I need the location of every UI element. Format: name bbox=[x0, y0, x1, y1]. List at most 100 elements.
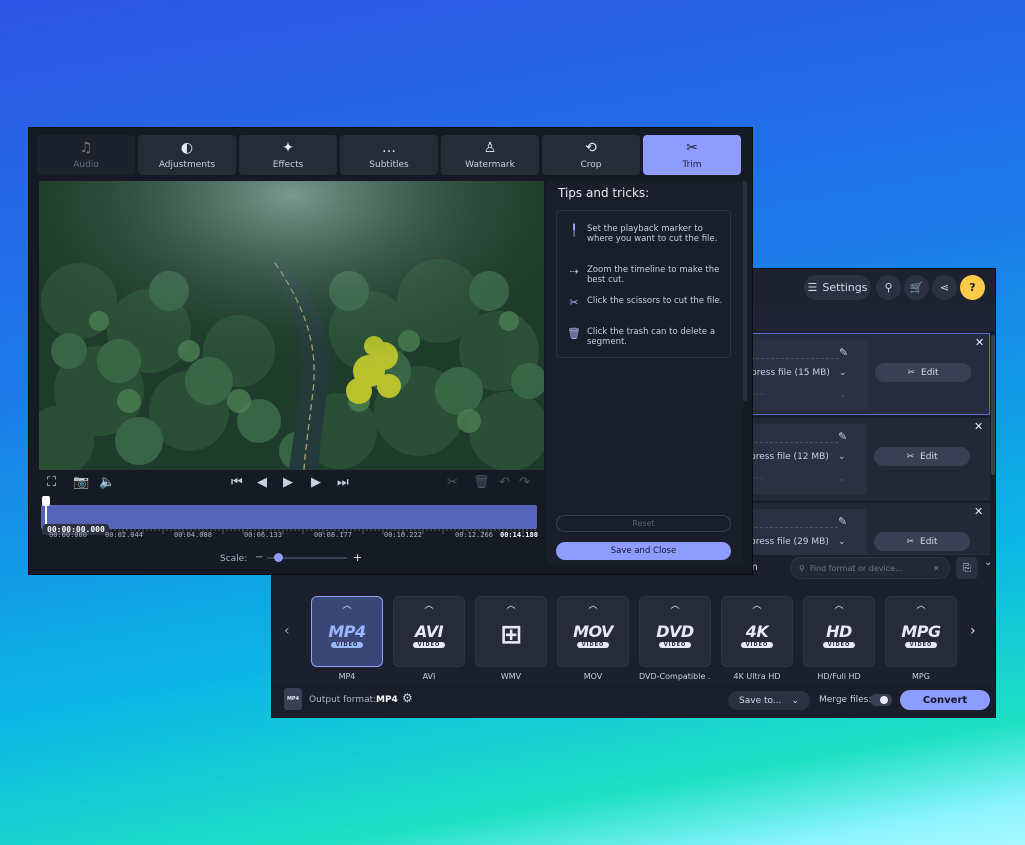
forest-road-image bbox=[39, 181, 544, 470]
playback-marker-icon: ╿ bbox=[570, 224, 578, 237]
chevron-down-icon[interactable]: ⌄ bbox=[838, 537, 846, 547]
format-mpg[interactable]: ︿ MPG VIDEO MPG bbox=[885, 596, 957, 681]
playback-controls: ⛶ 📷 🔈 ⏮ ◀ ▶ ▶ ⏭ ✂ 🗑 ↶ ↷ bbox=[39, 473, 544, 495]
chevron-left-icon[interactable]: ‹ bbox=[284, 623, 290, 639]
chevron-down-icon[interactable]: ⌄ bbox=[839, 368, 847, 378]
zoom-out-icon[interactable]: − bbox=[255, 552, 263, 563]
file-row[interactable]: ✎ press file (15 MB) ⌄ ····· ⌄ ✂ Edit ✕ bbox=[742, 333, 990, 415]
tab-effects[interactable]: ✦ Effects bbox=[239, 135, 337, 175]
skip-to-start-icon[interactable]: ⏮ bbox=[231, 475, 243, 490]
format-tile: ︿ HD VIDEO bbox=[803, 596, 875, 667]
format-wmv[interactable]: ︿ ⊞ WMV bbox=[475, 596, 547, 681]
subtitle-option[interactable]: ····· bbox=[751, 390, 765, 400]
scale-slider-thumb[interactable] bbox=[274, 553, 284, 562]
output-format-value: MP4 bbox=[376, 695, 398, 705]
tab-label: Watermark bbox=[465, 160, 515, 170]
chevron-right-icon[interactable]: › bbox=[970, 623, 976, 639]
reset-button[interactable]: Reset bbox=[556, 515, 731, 532]
close-icon[interactable]: ✕ bbox=[975, 336, 984, 349]
volume-icon[interactable]: 🔈 bbox=[99, 475, 115, 490]
undo-icon[interactable]: ↶ bbox=[499, 475, 510, 490]
pencil-icon[interactable]: ✎ bbox=[839, 346, 848, 359]
clear-search-icon[interactable]: ✕ bbox=[933, 564, 940, 573]
chevron-down-icon[interactable]: ⌄ bbox=[839, 390, 847, 400]
chevron-up-icon: ︿ bbox=[424, 601, 434, 611]
edit-button[interactable]: ✂ Edit bbox=[874, 447, 970, 466]
trash-icon: 🗑 bbox=[567, 327, 581, 340]
format-logo-sub: VIDEO bbox=[658, 641, 692, 648]
merge-files-label: Merge files: bbox=[819, 695, 872, 705]
format-logo-sub: VIDEO bbox=[412, 641, 446, 648]
tab-label: Effects bbox=[272, 160, 304, 170]
fullscreen-icon[interactable]: ⛶ bbox=[47, 475, 56, 490]
side-scrollbar[interactable] bbox=[743, 181, 747, 401]
trim-timeline[interactable] bbox=[41, 505, 537, 529]
save-to-button[interactable]: Save to... ⌄ bbox=[728, 691, 810, 710]
chevron-down-icon[interactable]: ⌄ bbox=[984, 557, 992, 568]
search-button[interactable]: ⚲ bbox=[876, 275, 901, 300]
format-mov[interactable]: ︿ MOV VIDEO MOV bbox=[557, 596, 629, 681]
compress-option[interactable]: press file (12 MB) bbox=[750, 452, 829, 462]
tab-trim[interactable]: ✂ Trim bbox=[643, 135, 741, 175]
file-title-line bbox=[750, 442, 838, 443]
settings-button[interactable]: ☰ Settings bbox=[804, 275, 871, 300]
tab-adjustments[interactable]: ◐ Adjustments bbox=[138, 135, 236, 175]
format-4k[interactable]: ︿ 4K VIDEO 4K Ultra HD bbox=[721, 596, 793, 681]
export-button[interactable]: ⎘ bbox=[956, 557, 978, 579]
play-icon[interactable]: ▶ bbox=[283, 475, 293, 490]
convert-button[interactable]: Convert bbox=[900, 690, 990, 710]
close-icon[interactable]: ✕ bbox=[974, 505, 983, 518]
edit-button[interactable]: ✂ Edit bbox=[874, 532, 970, 551]
camera-icon[interactable]: 📷 bbox=[73, 475, 89, 490]
chevron-down-icon[interactable]: ⌄ bbox=[838, 474, 846, 484]
chevron-down-icon: ⌄ bbox=[791, 695, 799, 706]
playhead-handle[interactable] bbox=[42, 496, 50, 506]
file-list-scrollbar[interactable] bbox=[991, 335, 995, 475]
file-row[interactable]: ✎ press file (12 MB) ⌄ ····· ⌄ ✂ Edit ✕ bbox=[742, 418, 990, 500]
compress-option[interactable]: press file (29 MB) bbox=[750, 537, 829, 547]
format-name: WMV bbox=[500, 672, 522, 681]
edit-button[interactable]: ✂ Edit bbox=[875, 363, 971, 382]
file-row[interactable]: ✎ press file (29 MB) ⌄ ✂ Edit ✕ bbox=[742, 503, 990, 555]
tab-label: Crop bbox=[580, 160, 602, 170]
timeline-tick-label: 00:02.044 bbox=[105, 531, 143, 539]
save-and-close-button[interactable]: Save and Close bbox=[556, 542, 731, 560]
tab-audio[interactable]: ♫ Audio bbox=[37, 135, 135, 175]
edit-label: Edit bbox=[920, 451, 938, 462]
tab-subtitles[interactable]: … Subtitles bbox=[340, 135, 438, 175]
pencil-icon[interactable]: ✎ bbox=[838, 430, 847, 443]
scissors-icon: ✂ bbox=[569, 296, 579, 309]
pencil-icon[interactable]: ✎ bbox=[838, 515, 847, 528]
format-search-input[interactable] bbox=[809, 563, 928, 573]
chevron-up-icon: ︿ bbox=[342, 601, 352, 611]
format-logo: MPG bbox=[901, 621, 941, 641]
chevron-down-icon[interactable]: ⌄ bbox=[838, 452, 846, 462]
format-tile: ︿ 4K VIDEO bbox=[721, 596, 793, 667]
zoom-in-icon[interactable]: + bbox=[353, 551, 362, 564]
help-button[interactable]: ? bbox=[960, 275, 985, 300]
next-frame-icon[interactable]: ▶ bbox=[311, 475, 321, 490]
scissors-icon[interactable]: ✂ bbox=[447, 475, 458, 490]
format-search-box[interactable]: ⚲ ✕ bbox=[790, 557, 950, 579]
format-name: MPG bbox=[912, 672, 930, 681]
trash-icon[interactable]: 🗑 bbox=[473, 475, 490, 490]
format-dvd[interactable]: ︿ DVD VIDEO DVD-Compatible ... bbox=[639, 596, 711, 681]
close-icon[interactable]: ✕ bbox=[974, 420, 983, 433]
video-preview[interactable] bbox=[39, 181, 544, 470]
tab-watermark[interactable]: ♙ Watermark bbox=[441, 135, 539, 175]
cart-button[interactable]: 🛒 bbox=[904, 275, 929, 300]
format-logo-sub: VIDEO bbox=[576, 641, 610, 648]
skip-to-end-icon[interactable]: ⏭ bbox=[337, 475, 349, 490]
format-avi[interactable]: ︿ AVI VIDEO AVI bbox=[393, 596, 465, 681]
format-mp4[interactable]: ︿ MP4 VIDEO MP4 bbox=[311, 596, 383, 681]
tab-crop[interactable]: ⟲ Crop bbox=[542, 135, 640, 175]
gear-icon[interactable]: ⚙ bbox=[402, 691, 413, 705]
share-button[interactable]: ⋖ bbox=[932, 275, 957, 300]
compress-option[interactable]: press file (15 MB) bbox=[751, 368, 830, 378]
previous-frame-icon[interactable]: ◀ bbox=[257, 475, 267, 490]
windows-logo-icon: ⊞ bbox=[500, 619, 522, 650]
search-icon: ⚲ bbox=[799, 563, 805, 573]
redo-icon[interactable]: ↷ bbox=[519, 475, 530, 490]
settings-sliders-icon: ☰ bbox=[807, 281, 818, 294]
format-hd[interactable]: ︿ HD VIDEO HD/Full HD bbox=[803, 596, 875, 681]
